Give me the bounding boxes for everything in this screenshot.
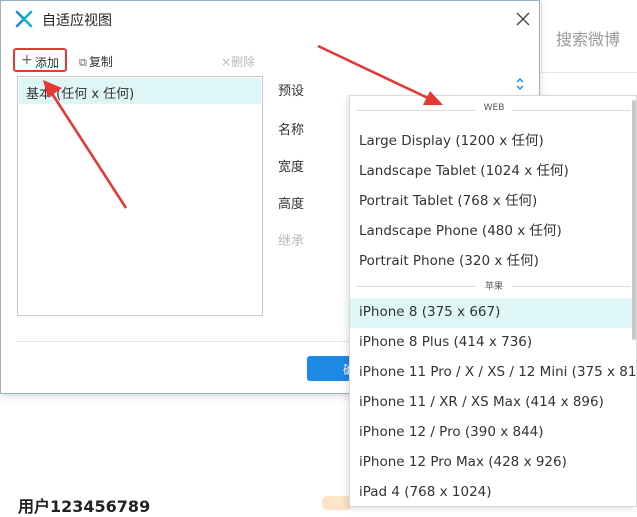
add-button[interactable]: + 添加 [13,48,67,72]
background-search-label[interactable]: 搜索微博 [556,26,620,50]
dropdown-option[interactable]: iPhone 12 Pro Max (428 x 926) [350,448,636,478]
background-tag [322,496,352,510]
view-list: 基本 (任何 x 任何) [17,76,263,316]
group-header-web: WEB [350,103,636,117]
copy-button-label: 复制 [88,55,113,69]
dropdown-option[interactable]: Landscape Tablet (1024 x 任何) [350,153,636,183]
dialog-titlebar: 自适应视图 [1,1,539,37]
preset-label: 预设 [278,84,305,99]
option-label: iPhone 11 Pro / X / XS / 12 Mini (375 x … [359,364,637,380]
preset-dropdown: WEB Large Display (1200 x 任何) Landscape … [349,95,637,507]
name-label: 名称 [278,123,305,138]
dialog-title: 自适应视图 [42,13,112,29]
dropdown-option-selected[interactable]: iPhone 8 (375 x 667) [350,298,636,328]
option-label: Landscape Phone (480 x 任何) [359,223,562,239]
app-logo-icon [15,10,33,28]
inherit-label: 继承 [278,234,305,249]
list-item[interactable]: 基本 (任何 x 任何) [19,78,261,104]
delete-button-label: 删除 [231,55,256,69]
group-header-apple: 苹果 [350,279,636,293]
width-label: 宽度 [278,160,305,175]
chevron-updown-icon[interactable] [514,76,526,92]
list-item-label: 基本 (任何 x 任何) [26,87,135,102]
dropdown-option[interactable]: iPhone 11 Pro / X / XS / 12 Mini (375 x … [350,358,636,388]
copy-icon: ⧉ [79,56,87,69]
option-label: Portrait Phone (320 x 任何) [359,253,539,269]
delete-button[interactable]: ×删除 [221,53,255,70]
dropdown-option[interactable]: Portrait Tablet (768 x 任何) [350,183,636,213]
dropdown-option[interactable]: Landscape Phone (480 x 任何) [350,213,636,243]
background-user-name: 用户123456789 [18,497,151,516]
option-label: Landscape Tablet (1024 x 任何) [359,163,569,179]
option-label: Portrait Tablet (768 x 任何) [359,193,538,209]
dropdown-option[interactable]: Portrait Phone (320 x 任何) [350,243,636,273]
dropdown-option[interactable]: iPad 4 (768 x 1024) [350,478,636,506]
option-label: iPhone 11 / XR / XS Max (414 x 896) [359,394,604,410]
ok-button[interactable]: 确 [307,356,355,381]
height-label: 高度 [278,197,305,212]
dropdown-option[interactable]: iPhone 8 Plus (414 x 736) [350,328,636,358]
dropdown-scrollbar[interactable] [632,100,636,340]
option-label: Large Display (1200 x 任何) [359,133,544,149]
option-label: iPad 4 (768 x 1024) [359,484,492,500]
add-button-label: 添加 [35,56,60,70]
option-label: iPhone 12 / Pro (390 x 844) [359,424,544,440]
plus-icon: + [21,52,33,68]
delete-icon: × [221,55,232,69]
group-title-web: WEB [483,103,505,113]
option-label: iPhone 12 Pro Max (428 x 926) [359,454,567,470]
dropdown-option[interactable]: iPhone 12 / Pro (390 x 844) [350,418,636,448]
dropdown-option[interactable]: Large Display (1200 x 任何) [350,123,636,153]
group-title-apple: 苹果 [484,282,503,292]
background-divider [541,72,637,73]
dropdown-option[interactable]: iPhone 11 / XR / XS Max (414 x 896) [350,388,636,418]
option-label: iPhone 8 (375 x 667) [359,304,501,320]
close-icon[interactable] [516,12,530,26]
option-label: iPhone 8 Plus (414 x 736) [359,334,533,350]
copy-button[interactable]: ⧉ 复制 [79,53,113,70]
